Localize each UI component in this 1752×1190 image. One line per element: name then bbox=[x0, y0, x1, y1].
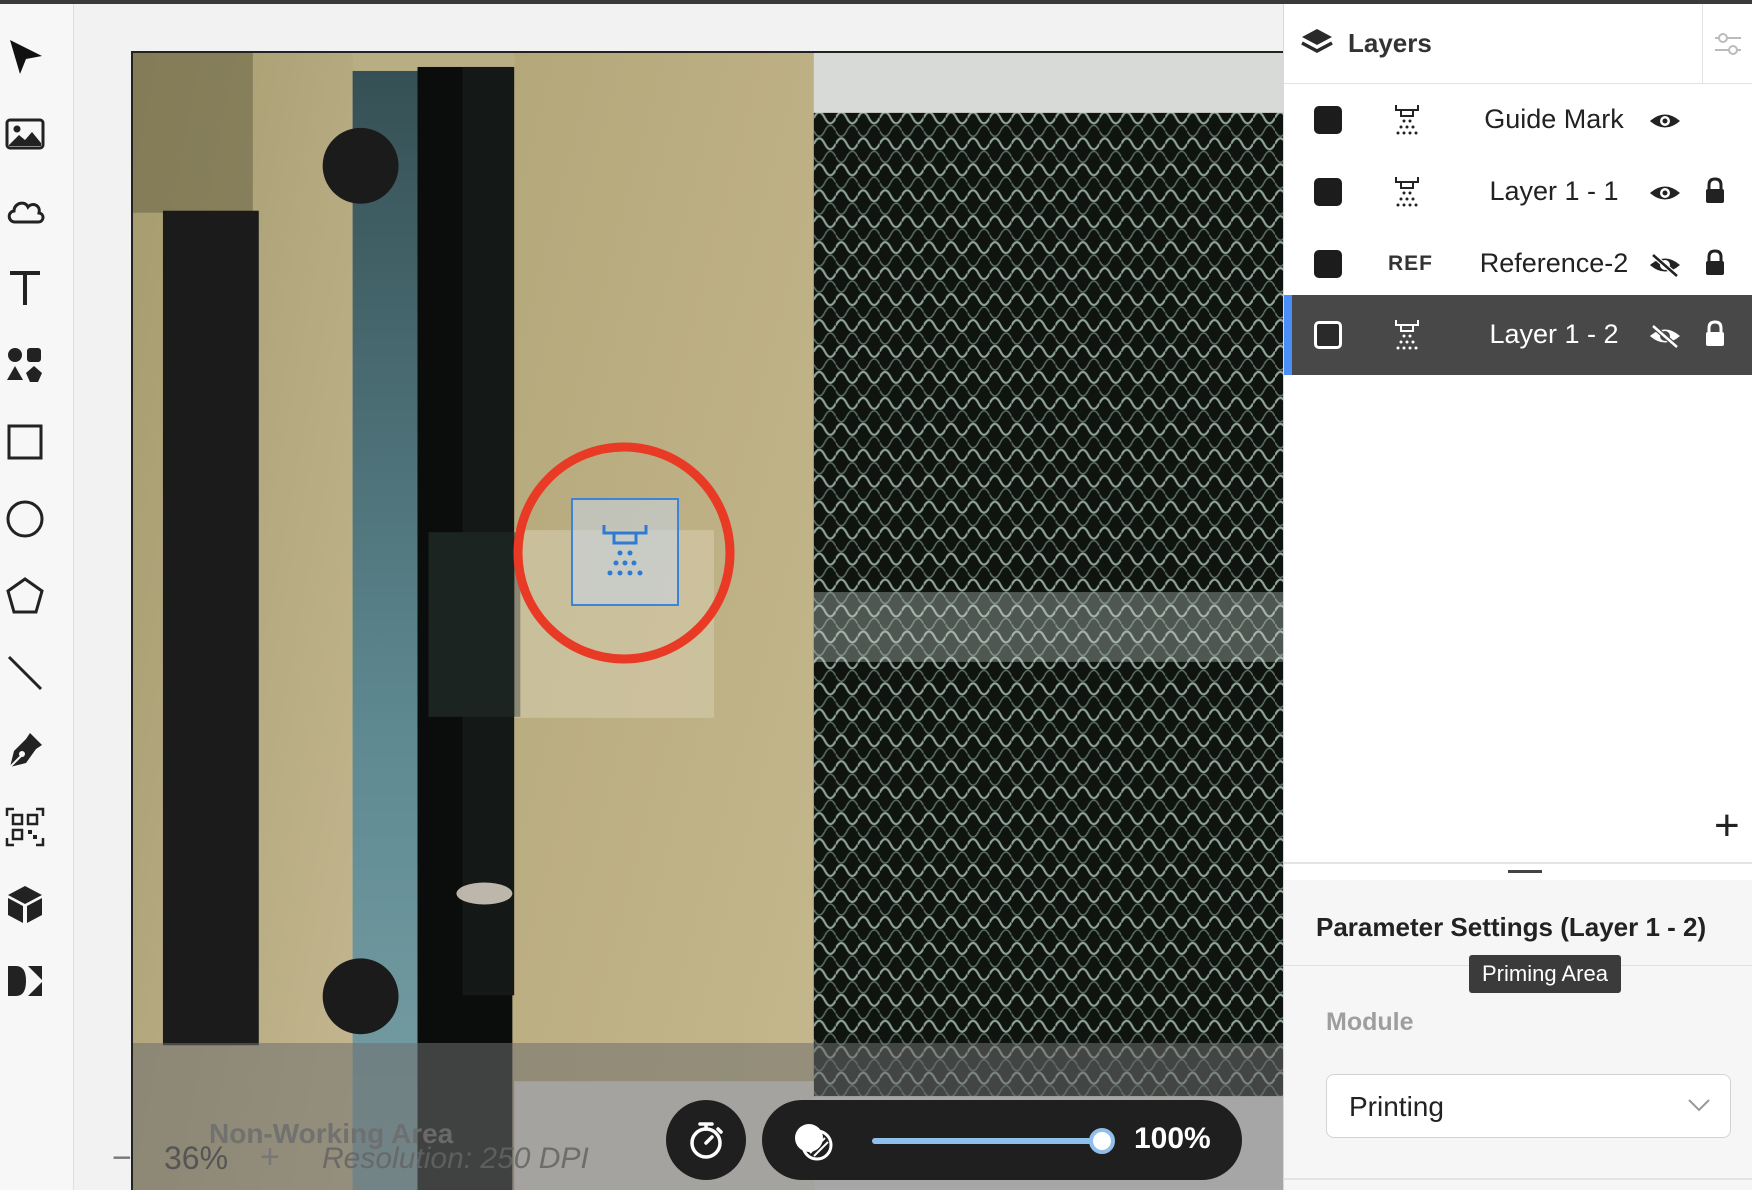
layer-color-swatch[interactable] bbox=[1314, 106, 1342, 134]
pen-tool-button[interactable] bbox=[0, 725, 50, 775]
time-estimate-button[interactable] bbox=[666, 1100, 746, 1180]
layer-name[interactable]: Reference-2 bbox=[1444, 248, 1664, 279]
dmkt-tool-button[interactable] bbox=[0, 956, 50, 1006]
polygon-tool-button[interactable] bbox=[0, 571, 50, 621]
rectangle-icon bbox=[7, 424, 43, 460]
opacity-icon bbox=[795, 1124, 833, 1161]
printing-module-icon bbox=[1395, 177, 1419, 207]
eye-icon[interactable] bbox=[1648, 176, 1682, 210]
priming-area-tooltip: Priming Area bbox=[1469, 955, 1621, 993]
cloud-icon bbox=[7, 201, 45, 224]
pen-nib-icon bbox=[9, 733, 42, 768]
layer-row[interactable]: Layer 1 - 2 bbox=[1284, 295, 1752, 375]
opacity-slider-fill bbox=[872, 1138, 1102, 1144]
stopwatch-icon bbox=[690, 1122, 723, 1159]
layer-color-swatch[interactable] bbox=[1314, 250, 1342, 278]
camera-opacity-control: 100% bbox=[762, 1100, 1242, 1180]
layer-color-swatch[interactable] bbox=[1314, 321, 1342, 349]
add-layer-button[interactable]: + bbox=[1714, 804, 1740, 848]
circle-icon bbox=[6, 500, 44, 538]
line-tool-button[interactable] bbox=[0, 648, 50, 698]
cube-icon bbox=[8, 886, 42, 923]
image-icon bbox=[5, 118, 45, 150]
layer-name[interactable]: Guide Mark bbox=[1444, 104, 1664, 135]
highlight-circle bbox=[513, 442, 735, 664]
panel-resize-handle[interactable] bbox=[1508, 870, 1542, 873]
select-tool-button[interactable] bbox=[0, 32, 50, 82]
parameter-settings-header: Parameter Settings (Layer 1 - 2) bbox=[1284, 880, 1752, 966]
dmkt-icon bbox=[8, 966, 42, 996]
reference-badge: REF bbox=[1388, 252, 1433, 275]
cursor-arrow-icon bbox=[10, 40, 42, 74]
opacity-slider-track[interactable] bbox=[872, 1138, 1102, 1144]
left-toolbar bbox=[0, 4, 74, 1190]
eye-slash-icon[interactable] bbox=[1648, 248, 1682, 282]
shapes-icon bbox=[7, 348, 42, 382]
layer-color-swatch[interactable] bbox=[1314, 178, 1342, 206]
chevron-down-icon bbox=[1688, 1099, 1710, 1112]
eye-slash-icon[interactable] bbox=[1648, 319, 1682, 353]
panel-divider bbox=[1284, 862, 1752, 864]
rectangle-tool-button[interactable] bbox=[0, 417, 50, 467]
work-area[interactable] bbox=[131, 51, 1283, 1190]
module-select-value: Printing bbox=[1349, 1091, 1444, 1122]
layers-title: Layers bbox=[1348, 28, 1432, 58]
module-select[interactable]: Printing bbox=[1326, 1074, 1731, 1138]
right-panel: Layers Guide Mark Layer 1 - 1 REF Reference… bbox=[1283, 4, 1752, 1190]
layer-row[interactable]: REF Reference-2 bbox=[1284, 224, 1752, 304]
eye-icon[interactable] bbox=[1648, 104, 1682, 138]
layer-name[interactable]: Layer 1 - 1 bbox=[1444, 176, 1664, 207]
opacity-slider-thumb[interactable] bbox=[1089, 1128, 1115, 1154]
zoom-out-button[interactable]: − bbox=[112, 1139, 132, 1178]
opacity-value: 100% bbox=[1134, 1122, 1211, 1155]
layer-name[interactable]: Layer 1 - 2 bbox=[1444, 319, 1664, 350]
parameter-settings-section: Parameter Settings (Layer 1 - 2) Priming… bbox=[1284, 880, 1752, 1190]
box-tool-button[interactable] bbox=[0, 879, 50, 929]
text-tool-button[interactable] bbox=[0, 263, 50, 313]
resolution-label: Resolution: 250 DPI bbox=[322, 1142, 589, 1175]
sliders-icon bbox=[1715, 33, 1741, 55]
text-t-icon bbox=[10, 271, 40, 305]
qr-code-icon bbox=[5, 807, 45, 847]
zoom-in-button[interactable]: + bbox=[260, 1138, 280, 1177]
lock-icon[interactable] bbox=[1702, 176, 1728, 206]
image-tool-button[interactable] bbox=[0, 109, 50, 159]
layer-settings-button[interactable] bbox=[1702, 4, 1752, 84]
lock-icon[interactable] bbox=[1702, 248, 1728, 278]
lock-icon[interactable] bbox=[1702, 319, 1728, 349]
zoom-level: 36% bbox=[164, 1140, 229, 1176]
layers-header: Layers bbox=[1284, 4, 1752, 84]
params-bottom-border bbox=[1284, 1178, 1752, 1180]
ellipse-tool-button[interactable] bbox=[0, 494, 50, 544]
module-label: Module bbox=[1326, 1008, 1414, 1036]
parameter-settings-title: Parameter Settings (Layer 1 - 2) bbox=[1316, 912, 1707, 942]
layer-row[interactable]: Guide Mark bbox=[1284, 80, 1752, 160]
layers-icon bbox=[1301, 29, 1333, 53]
line-icon bbox=[7, 655, 43, 691]
qrcode-tool-button[interactable] bbox=[0, 802, 50, 852]
canvas-area[interactable]: Non-Working Area − 36% + Resolution: 250… bbox=[74, 4, 1283, 1190]
printing-module-icon bbox=[1395, 105, 1419, 135]
elements-tool-button[interactable] bbox=[0, 340, 50, 390]
printing-module-icon bbox=[1395, 320, 1419, 350]
layer-row[interactable]: Layer 1 - 1 bbox=[1284, 152, 1752, 232]
cloud-tool-button[interactable] bbox=[0, 186, 50, 236]
pentagon-icon bbox=[6, 577, 44, 614]
